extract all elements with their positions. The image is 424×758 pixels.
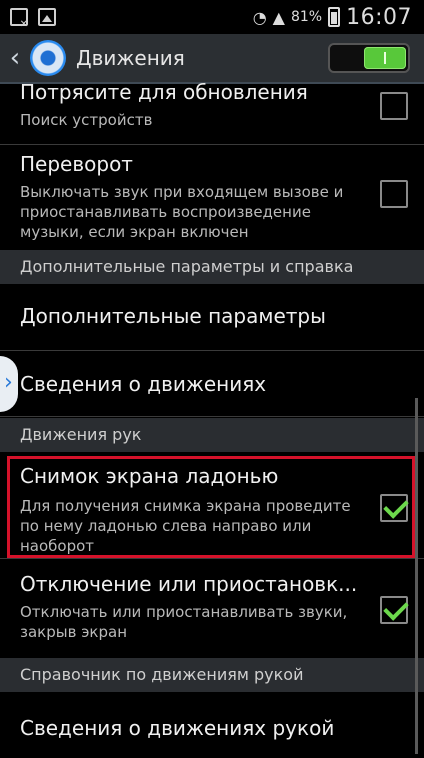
palm-mute-checkbox[interactable] — [380, 596, 408, 624]
section-label: Дополнительные параметры и справка — [20, 257, 354, 276]
settings-gear-icon[interactable] — [30, 40, 66, 76]
section-header-additional: Дополнительные параметры и справка — [0, 250, 424, 284]
setting-row-motion-info[interactable]: Сведения о движениях — [0, 350, 424, 417]
setting-row-additional-params[interactable]: Дополнительные параметры — [0, 284, 424, 351]
section-header-hand-motions: Движения рук — [0, 418, 424, 452]
setting-title: Сведения о движениях — [20, 372, 267, 396]
highlight-box — [7, 456, 415, 558]
battery-icon — [328, 7, 341, 27]
wifi-icon: ◔ — [252, 7, 267, 27]
setting-row-hand-motion-info[interactable]: Сведения о движениях рукой — [0, 692, 424, 758]
section-label: Движения рук — [20, 425, 142, 444]
scrollbar[interactable] — [415, 398, 418, 754]
settings-list: Потрясите для обновления Поиск устройств… — [0, 80, 424, 754]
setting-subtitle: Выключать звук при входящем вызове и при… — [20, 183, 344, 241]
signal-icon: ▲ — [272, 7, 285, 27]
chevron-right-icon: › — [4, 370, 13, 395]
section-header-guide: Справочник по движениям рукой — [0, 658, 424, 692]
motions-master-toggle[interactable] — [328, 43, 410, 73]
back-chevron-icon[interactable]: ‹ — [6, 45, 24, 71]
shake-checkbox[interactable] — [380, 92, 408, 120]
setting-title: Сведения о движениях рукой — [20, 716, 335, 740]
action-bar: ‹ Движения — [0, 34, 424, 84]
setting-title: Переворот — [20, 152, 133, 176]
setting-title: Потрясите для обновления — [20, 80, 308, 104]
toggle-knob — [364, 47, 406, 69]
clock: 16:07 — [346, 4, 412, 30]
setting-row-palm-mute[interactable]: Отключение или приостановк... Отключать … — [0, 564, 424, 659]
setting-row-flip[interactable]: Переворот Выключать звук при входящем вы… — [0, 144, 424, 259]
notification-image-icon — [38, 8, 56, 26]
page-title: Движения — [76, 46, 185, 70]
flip-checkbox[interactable] — [380, 180, 408, 208]
section-label: Справочник по движениям рукой — [20, 665, 304, 684]
notification-x-icon — [10, 8, 28, 30]
setting-row-shake[interactable]: Потрясите для обновления Поиск устройств — [0, 80, 424, 145]
status-bar: ◔ ▲ 81% 16:07 — [0, 0, 424, 34]
setting-subtitle: Отключать или приостанавливать звуки, за… — [20, 603, 348, 641]
battery-percent: 81% — [290, 9, 323, 25]
setting-title: Отключение или приостановк... — [20, 572, 358, 596]
setting-title: Дополнительные параметры — [20, 304, 326, 328]
setting-subtitle: Поиск устройств — [20, 111, 153, 129]
